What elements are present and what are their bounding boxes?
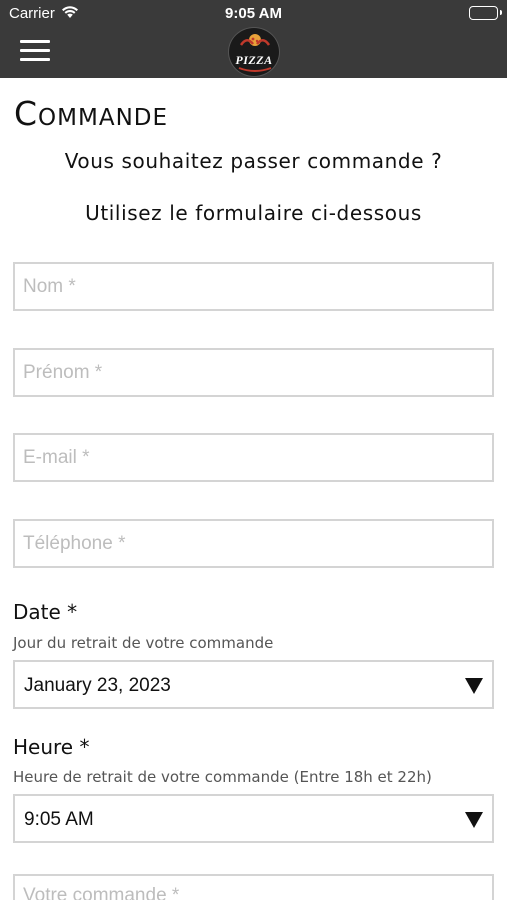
status-time: 9:05 AM	[225, 5, 282, 22]
commande-field-box	[13, 874, 494, 900]
logo-text: PIZZA	[235, 53, 273, 67]
commande-input[interactable]	[15, 876, 492, 900]
battery-icon	[469, 6, 502, 20]
navigation-bar: PIZZA	[0, 27, 507, 78]
prenom-field-box	[13, 348, 494, 397]
telephone-field-box	[13, 519, 494, 568]
triangle-down-icon	[465, 678, 483, 694]
heure-hint: Heure de retrait de votre commande (Entr…	[13, 768, 432, 786]
heure-picker[interactable]: 9:05 AM	[13, 794, 494, 843]
intro-text-2: Utilisez le formulaire ci-dessous	[85, 201, 422, 225]
status-bar: Carrier 9:05 AM	[0, 0, 507, 27]
date-picker[interactable]: January 23, 2023	[13, 660, 494, 709]
triangle-down-icon	[465, 812, 483, 828]
page-title: Commande	[14, 94, 169, 133]
nom-field-box	[13, 262, 494, 311]
email-field-box	[13, 433, 494, 482]
intro-text-1: Vous souhaitez passer commande ?	[64, 149, 443, 173]
date-label: Date *	[13, 600, 78, 624]
date-value: January 23, 2023	[24, 675, 171, 696]
hamburger-menu-icon[interactable]	[20, 40, 50, 64]
telephone-input[interactable]	[15, 521, 492, 566]
email-input[interactable]	[15, 435, 492, 480]
date-hint: Jour du retrait de votre commande	[13, 634, 274, 652]
heure-value: 9:05 AM	[24, 809, 94, 830]
heure-label: Heure *	[13, 735, 90, 759]
nom-input[interactable]	[15, 264, 492, 309]
pizza-logo[interactable]: PIZZA	[228, 27, 280, 77]
prenom-input[interactable]	[15, 350, 492, 395]
